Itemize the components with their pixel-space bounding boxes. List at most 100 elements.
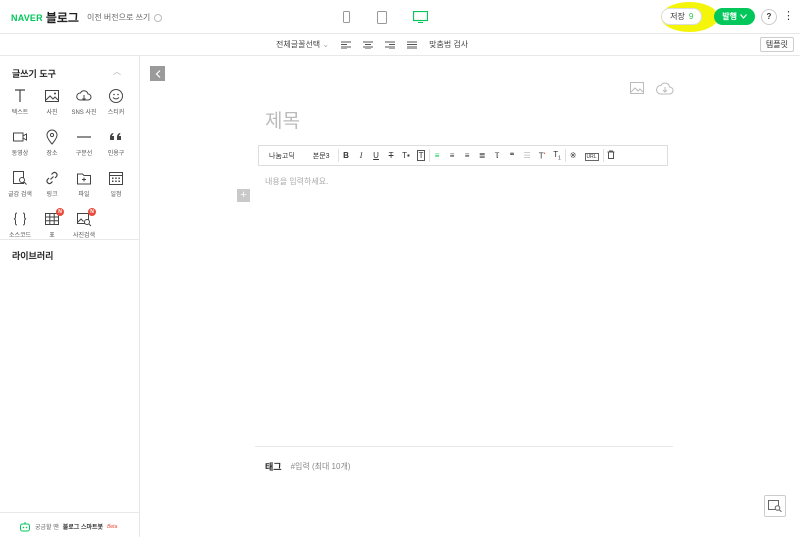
align-right-icon[interactable]: ≡ [460, 151, 475, 160]
tag-section: 태그 #입력 (최대 10개) [265, 460, 350, 473]
tool-photo-search[interactable]: N 사진검색 [68, 208, 100, 242]
tool-label: SNS 사진 [71, 110, 97, 116]
subscript-icon[interactable]: T1 [550, 150, 565, 162]
quote-icon [110, 133, 121, 140]
template-button[interactable]: 템플릿 [759, 37, 794, 52]
special-char-icon[interactable]: ※ [566, 151, 581, 160]
publish-label: 발행 [722, 12, 737, 21]
tool-file[interactable]: 파일 [68, 170, 100, 201]
sticker-icon [109, 89, 123, 103]
top-header: NAVER 블로그 이전 버전으로 쓰기 저장 9 발행 ? ⋮ [0, 0, 800, 34]
tool-divider[interactable]: 구분선 [68, 129, 100, 160]
tool-label: 구분선 [75, 151, 93, 157]
photo-icon [45, 90, 59, 102]
cloud-download-icon[interactable] [656, 82, 674, 95]
tool-label: 일정 [110, 192, 122, 198]
body-input[interactable]: 내용을 입력하세요. [265, 176, 328, 187]
sidebar-title: 글쓰기 도구 [12, 69, 56, 79]
collapse-sidebar-button[interactable] [150, 66, 165, 81]
sidebar-divider [0, 239, 139, 240]
tool-label: 링크 [46, 192, 58, 198]
device-preview-switcher [340, 10, 428, 24]
tool-table[interactable]: N 표 [36, 208, 68, 242]
list-icon[interactable]: ☰ [520, 151, 535, 160]
tool-location[interactable]: 장소 [36, 129, 68, 160]
save-button[interactable]: 저장 9 [661, 8, 703, 25]
align-left-icon[interactable]: ≡ [430, 151, 445, 160]
publish-button[interactable]: 발행 [714, 8, 755, 25]
align-justify-icon[interactable] [407, 41, 418, 49]
info-icon[interactable] [154, 13, 163, 22]
library-section[interactable]: 라이브러리 [12, 249, 53, 262]
delete-icon[interactable] [604, 150, 619, 161]
tool-sticker[interactable]: 스티커 [100, 88, 132, 119]
spellcheck-button[interactable]: 맞춤법 검사 [429, 39, 468, 50]
search-doc-icon [13, 171, 27, 185]
tool-label: 동영상 [11, 151, 29, 157]
add-block-button[interactable]: + [237, 189, 250, 202]
align-center-icon[interactable] [363, 41, 374, 49]
font-style-select[interactable]: 본문3 [305, 146, 338, 165]
align-justify-icon[interactable]: ≣ [475, 151, 490, 160]
tool-video[interactable]: 동영상 [4, 129, 36, 160]
underline-icon[interactable]: U [369, 151, 384, 160]
smartbot-link[interactable]: 궁금할 땐 블로그 스마트봇 Beta [19, 521, 117, 532]
help-button[interactable]: ? [761, 8, 777, 25]
previous-version-link[interactable]: 이전 버전으로 쓰기 [87, 12, 150, 23]
mobile-preview-icon[interactable] [340, 10, 352, 24]
header-actions: 저장 9 발행 ? ⋮ [661, 8, 794, 25]
font-select-dropdown[interactable]: 전체글꼴선택 ⌄ [276, 39, 329, 50]
tablet-preview-icon[interactable] [376, 10, 388, 24]
tool-link[interactable]: 링크 [36, 170, 68, 201]
bold-icon[interactable]: B [339, 151, 354, 160]
image-search-button[interactable] [764, 495, 786, 517]
align-left-icon[interactable] [341, 41, 352, 49]
tool-label: 텍스트 [11, 110, 29, 116]
superscript-icon[interactable]: T• [535, 151, 550, 161]
new-badge: N [88, 208, 96, 216]
align-center-icon[interactable]: ≡ [445, 151, 460, 160]
italic-icon[interactable]: I [354, 151, 369, 160]
chevron-up-icon[interactable]: ︿ [113, 66, 121, 77]
strikethrough-icon[interactable]: T [384, 151, 399, 160]
calendar-icon [109, 172, 123, 185]
document-toolbar: 전체글꼴선택 ⌄ 맞춤법 검사 템플릿 [0, 34, 800, 56]
beta-badge: Beta [107, 523, 118, 530]
tool-label: 사진검색 [72, 233, 96, 239]
font-family-select[interactable]: 나눔고딕 [259, 146, 305, 165]
tool-label: 파일 [78, 192, 90, 198]
chevron-left-icon [155, 69, 160, 78]
brand-logo[interactable]: NAVER 블로그 이전 버전으로 쓰기 [11, 9, 163, 26]
save-count[interactable]: 9 [689, 12, 693, 21]
tool-label: 스티커 [107, 110, 125, 116]
title-input[interactable]: 제목 [265, 106, 300, 133]
cover-image-icon[interactable] [630, 82, 644, 94]
line-height-icon[interactable]: Ⲧ [490, 151, 505, 161]
text-icon [15, 89, 25, 102]
tool-schedule[interactable]: 일정 [100, 170, 132, 201]
url-icon[interactable]: URL [581, 151, 603, 161]
blog-logo: 블로그 [45, 11, 79, 25]
tool-photo[interactable]: 사진 [36, 88, 68, 119]
save-label: 저장 [670, 12, 685, 21]
tool-quote[interactable]: 인용구 [100, 129, 132, 160]
more-menu-button[interactable]: ⋮ [783, 11, 794, 22]
smartbot-prefix: 궁금할 땐 [35, 525, 59, 531]
code-icon [13, 212, 27, 226]
background-color-icon[interactable]: T [414, 150, 429, 161]
tool-label: 소스코드 [8, 233, 32, 239]
cloud-icon [76, 90, 92, 101]
tool-source-code[interactable]: 소스코드 [4, 211, 36, 242]
sidebar-bottom-divider [0, 512, 139, 513]
tag-input[interactable]: #입력 (최대 10개) [291, 461, 351, 472]
quote-format-icon[interactable]: ❝ [505, 151, 520, 160]
align-right-icon[interactable] [385, 41, 396, 49]
tool-label: 장소 [46, 151, 58, 157]
tool-material-search[interactable]: 글감 검색 [4, 170, 36, 201]
tool-sns-photo[interactable]: SNS 사진 [68, 88, 100, 119]
tool-text[interactable]: 텍스트 [4, 88, 36, 119]
link-icon [46, 171, 58, 185]
desktop-preview-icon[interactable] [412, 10, 428, 24]
chevron-down-icon [740, 14, 747, 19]
text-color-icon[interactable]: T▪ [399, 151, 414, 160]
